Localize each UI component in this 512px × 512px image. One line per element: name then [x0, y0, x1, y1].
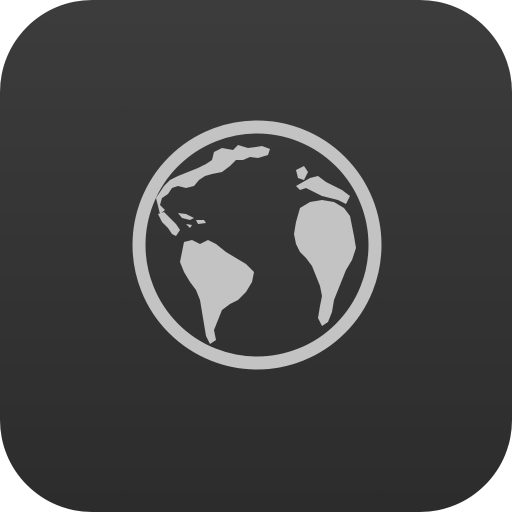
caribbean-islands-shape: [178, 213, 206, 228]
africa-shape: [294, 200, 356, 326]
central-america-shape: [158, 212, 180, 236]
globe-icon: [132, 120, 382, 370]
south-america-shape: [180, 240, 254, 344]
continents: [156, 145, 356, 344]
app-icon[interactable]: [0, 0, 512, 512]
